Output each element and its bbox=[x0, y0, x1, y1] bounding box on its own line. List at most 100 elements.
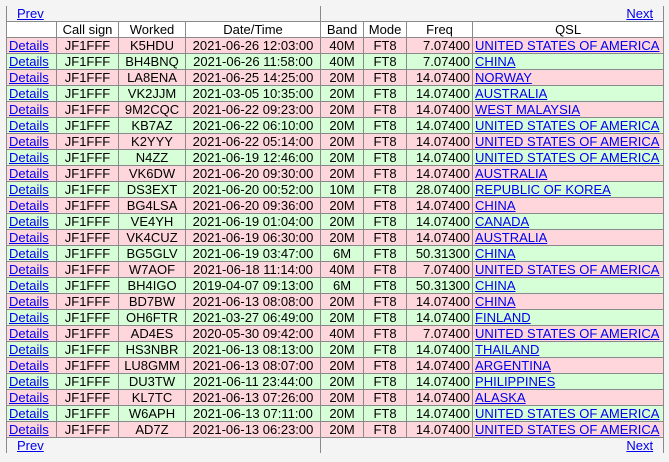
qsl-link[interactable]: UNITED STATES OF AMERICA bbox=[475, 263, 659, 277]
details-link[interactable]: Details bbox=[9, 279, 49, 293]
qsl-link[interactable]: WEST MALAYSIA bbox=[475, 103, 580, 117]
freq-cell: 14.07400 bbox=[406, 405, 474, 422]
qsl-link[interactable]: ALASKA bbox=[475, 391, 526, 405]
freq-cell: 14.07400 bbox=[406, 389, 474, 406]
qsl-link[interactable]: PHILIPPINES bbox=[475, 375, 555, 389]
date-time-cell: 2021-06-13 07:26:00 bbox=[184, 389, 322, 406]
freq-cell: 14.07400 bbox=[406, 117, 474, 134]
details-link[interactable]: Details bbox=[9, 119, 49, 133]
prev-link[interactable]: Prev bbox=[17, 6, 44, 21]
details-cell: Details bbox=[6, 53, 57, 70]
details-cell: Details bbox=[6, 69, 57, 86]
qsl-link[interactable]: CHINA bbox=[475, 279, 515, 293]
prev-link-bottom[interactable]: Prev bbox=[17, 438, 44, 453]
details-link[interactable]: Details bbox=[9, 263, 49, 277]
qsl-link[interactable]: REPUBLIC OF KOREA bbox=[475, 183, 611, 197]
call-sign-cell: JF1FFF bbox=[56, 197, 119, 214]
details-link[interactable]: Details bbox=[9, 103, 49, 117]
qsl-link[interactable]: AUSTRALIA bbox=[475, 87, 547, 101]
details-cell: Details bbox=[6, 245, 57, 262]
details-cell: Details bbox=[6, 357, 57, 374]
mode-cell: FT8 bbox=[363, 293, 408, 310]
next-link[interactable]: Next bbox=[626, 6, 653, 21]
details-link[interactable]: Details bbox=[9, 391, 49, 405]
details-cell: Details bbox=[6, 277, 57, 294]
details-link[interactable]: Details bbox=[9, 295, 49, 309]
date-time-cell: 2021-06-19 06:30:00 bbox=[184, 229, 322, 246]
mode-cell: FT8 bbox=[363, 197, 408, 214]
qsl-link[interactable]: UNITED STATES OF AMERICA bbox=[475, 423, 659, 437]
qsl-link[interactable]: FINLAND bbox=[475, 311, 531, 325]
qsl-link[interactable]: UNITED STATES OF AMERICA bbox=[475, 135, 659, 149]
mode-cell: FT8 bbox=[363, 389, 408, 406]
band-cell: 40M bbox=[320, 53, 365, 70]
qsl-link[interactable]: AUSTRALIA bbox=[475, 231, 547, 245]
band-cell: 6M bbox=[320, 245, 365, 262]
details-link[interactable]: Details bbox=[9, 183, 49, 197]
details-cell: Details bbox=[6, 325, 57, 342]
freq-cell: 14.07400 bbox=[406, 197, 474, 214]
qsl-link[interactable]: UNITED STATES OF AMERICA bbox=[475, 327, 659, 341]
next-link-bottom[interactable]: Next bbox=[626, 438, 653, 453]
details-link[interactable]: Details bbox=[9, 247, 49, 261]
details-link[interactable]: Details bbox=[9, 231, 49, 245]
band-cell: 20M bbox=[320, 373, 365, 390]
mode-cell: FT8 bbox=[363, 85, 408, 102]
date-time-cell: 2021-06-18 11:14:00 bbox=[184, 261, 322, 278]
qsl-link[interactable]: CHINA bbox=[475, 247, 515, 261]
qsl-cell: UNITED STATES OF AMERICA bbox=[472, 133, 665, 150]
worked-cell: K5HDU bbox=[118, 37, 186, 54]
qsl-cell: REPUBLIC OF KOREA bbox=[472, 181, 665, 198]
details-link[interactable]: Details bbox=[9, 55, 49, 69]
qsl-link[interactable]: UNITED STATES OF AMERICA bbox=[475, 151, 659, 165]
qsl-link[interactable]: UNITED STATES OF AMERICA bbox=[475, 407, 659, 421]
call-sign-cell: JF1FFF bbox=[56, 53, 119, 70]
call-sign-cell: JF1FFF bbox=[56, 181, 119, 198]
details-link[interactable]: Details bbox=[9, 39, 49, 53]
qsl-link[interactable]: UNITED STATES OF AMERICA bbox=[475, 119, 659, 133]
date-time-cell: 2021-06-11 23:44:00 bbox=[184, 373, 322, 390]
details-link[interactable]: Details bbox=[9, 135, 49, 149]
call-sign-cell: JF1FFF bbox=[56, 357, 119, 374]
details-cell: Details bbox=[6, 389, 57, 406]
qsl-link[interactable]: CHINA bbox=[475, 55, 515, 69]
qsl-link[interactable]: THAILAND bbox=[475, 343, 539, 357]
qsl-cell: FINLAND bbox=[472, 309, 665, 326]
qsl-link[interactable]: CANADA bbox=[475, 215, 529, 229]
worked-cell: K2YYY bbox=[118, 133, 186, 150]
call-sign-cell: JF1FFF bbox=[56, 405, 119, 422]
details-link[interactable]: Details bbox=[9, 423, 49, 437]
qsl-link[interactable]: UNITED STATES OF AMERICA bbox=[475, 39, 659, 53]
details-link[interactable]: Details bbox=[9, 167, 49, 181]
freq-cell: 14.07400 bbox=[406, 341, 474, 358]
details-link[interactable]: Details bbox=[9, 311, 49, 325]
details-link[interactable]: Details bbox=[9, 87, 49, 101]
worked-cell: BH4IGO bbox=[118, 277, 186, 294]
details-link[interactable]: Details bbox=[9, 407, 49, 421]
freq-cell: 14.07400 bbox=[406, 165, 474, 182]
table-row: Details JF1FFF OH6FTR 2021-03-27 06:49:00 20… bbox=[6, 309, 665, 326]
details-cell: Details bbox=[6, 229, 57, 246]
details-link[interactable]: Details bbox=[9, 151, 49, 165]
qsl-link[interactable]: ARGENTINA bbox=[475, 359, 551, 373]
date-time-cell: 2021-06-19 12:46:00 bbox=[184, 149, 322, 166]
mode-cell: FT8 bbox=[363, 421, 408, 438]
qsl-link[interactable]: CHINA bbox=[475, 199, 515, 213]
details-link[interactable]: Details bbox=[9, 375, 49, 389]
band-cell: 20M bbox=[320, 197, 365, 214]
details-link[interactable]: Details bbox=[9, 327, 49, 341]
details-link[interactable]: Details bbox=[9, 71, 49, 85]
band-cell: 20M bbox=[320, 101, 365, 118]
details-link[interactable]: Details bbox=[9, 215, 49, 229]
date-time-cell: 2021-06-26 11:58:00 bbox=[184, 53, 322, 70]
mode-cell: FT8 bbox=[363, 213, 408, 230]
details-link[interactable]: Details bbox=[9, 343, 49, 357]
qsl-link[interactable]: AUSTRALIA bbox=[475, 167, 547, 181]
mode-cell: FT8 bbox=[363, 181, 408, 198]
qsl-link[interactable]: CHINA bbox=[475, 295, 515, 309]
details-link[interactable]: Details bbox=[9, 359, 49, 373]
band-cell: 10M bbox=[320, 181, 365, 198]
qsl-link[interactable]: NORWAY bbox=[475, 71, 532, 85]
details-link[interactable]: Details bbox=[9, 199, 49, 213]
call-sign-cell: JF1FFF bbox=[56, 389, 119, 406]
